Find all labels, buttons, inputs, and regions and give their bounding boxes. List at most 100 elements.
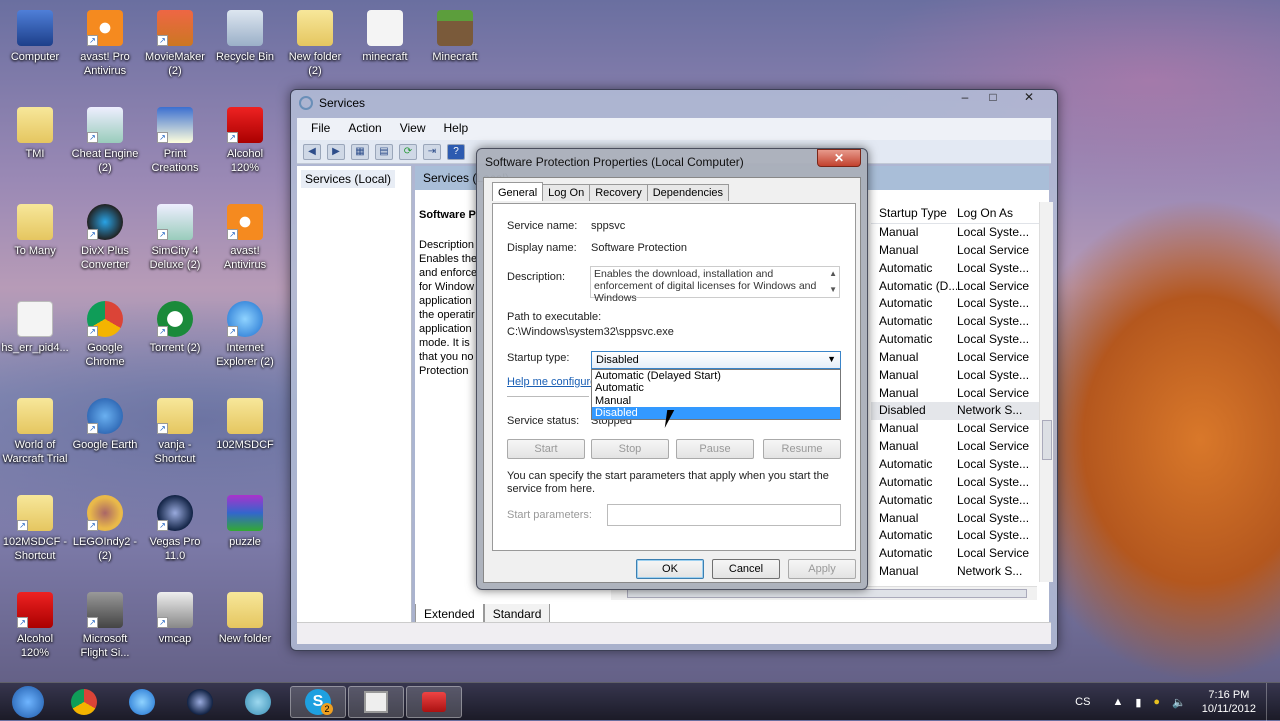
column-log-on-as[interactable]: Log On As (957, 206, 1013, 223)
startup-type-select[interactable]: Disabled ▼ (591, 351, 841, 369)
table-row[interactable]: Automatic Local Syste... (871, 527, 1039, 545)
table-row[interactable]: Manual Local Service (871, 420, 1039, 438)
desktop-icon-microsoft[interactable]: ↗ Microsoft Flight Si... (70, 592, 140, 660)
tree-item-services-local[interactable]: Services (Local) (301, 170, 396, 188)
table-row[interactable]: Automatic Local Syste... (871, 331, 1039, 349)
refresh-icon[interactable]: ⟳ (399, 143, 417, 160)
help-icon[interactable]: ? (447, 143, 465, 160)
desktop-icon-avast-pro[interactable]: ↗ avast! Pro Antivirus (70, 10, 140, 78)
desktop-icon-alcohol[interactable]: ↗ Alcohol 120% (210, 107, 280, 175)
minimize-button[interactable]: – (951, 90, 979, 108)
desktop-icon-torrent-2[interactable]: ↗ Torrent (2) (140, 301, 210, 355)
table-row[interactable]: Automatic Local Syste... (871, 313, 1039, 331)
option-automatic[interactable]: Automatic (592, 382, 840, 394)
table-row[interactable]: Manual Local Service (871, 438, 1039, 456)
menu-view[interactable]: View (392, 118, 434, 140)
tab-log-on[interactable]: Log On (542, 184, 591, 201)
desktop-icon-vmcap[interactable]: ↗ vmcap (140, 592, 210, 646)
menu-help[interactable]: Help (436, 118, 477, 140)
dialog-close-button[interactable]: ✕ (817, 149, 861, 167)
desktop-icon-new-folder[interactable]: New folder (2) (280, 10, 350, 78)
clock[interactable]: 7:16 PM 10/11/2012 (1192, 688, 1266, 716)
table-row[interactable]: Manual Network S... (871, 563, 1039, 581)
desktop-icon-vanja[interactable]: ↗ vanja - Shortcut (140, 398, 210, 466)
start-button[interactable]: Start (507, 439, 585, 459)
pause-button[interactable]: Pause (676, 439, 754, 459)
taskbar-vmcap[interactable] (348, 686, 404, 718)
taskbar-bsplayer[interactable] (230, 686, 286, 718)
table-row[interactable]: Automatic Local Syste... (871, 474, 1039, 492)
apply-button[interactable]: Apply (788, 559, 856, 579)
desktop-icon-cheat-engine[interactable]: ↗ Cheat Engine (2) (70, 107, 140, 175)
cancel-button[interactable]: Cancel (712, 559, 780, 579)
start-button[interactable] (0, 686, 56, 718)
menu-file[interactable]: File (303, 118, 338, 140)
resume-button[interactable]: Resume (763, 439, 841, 459)
scroll-thumb[interactable] (1042, 420, 1052, 460)
show-hide-console-tree-icon[interactable]: ▦ (351, 143, 369, 160)
table-row[interactable]: Automatic Local Syste... (871, 295, 1039, 313)
desktop-icon-avast[interactable]: ↗ avast! Antivirus (210, 204, 280, 272)
export-list-icon[interactable]: ⇥ (423, 143, 441, 160)
start-params-input[interactable] (607, 504, 841, 526)
desktop-icon-print[interactable]: ↗ Print Creations (140, 107, 210, 175)
forward-icon[interactable]: ▶ (327, 143, 345, 160)
help-configure-link[interactable]: Help me configure (507, 376, 596, 388)
volume-icon[interactable]: 🔈 (1166, 696, 1192, 709)
desktop-icon-new-folder[interactable]: New folder (210, 592, 280, 646)
table-row[interactable]: Automatic Local Syste... (871, 260, 1039, 278)
taskbar-skype[interactable]: S2 (290, 686, 346, 718)
desktop-icon-tmi[interactable]: TMI (0, 107, 70, 161)
desktop-icon-alcohol[interactable]: ↗ Alcohol 120% (0, 592, 70, 660)
tray-app-icon[interactable]: ● (1147, 696, 1166, 708)
desktop-icon-google-earth[interactable]: ↗ Google Earth (70, 398, 140, 452)
taskbar-services[interactable] (406, 686, 462, 718)
table-row[interactable]: Automatic Local Syste... (871, 456, 1039, 474)
hscroll-thumb[interactable] (627, 589, 1027, 598)
table-row[interactable]: Automatic Local Service (871, 545, 1039, 563)
ok-button[interactable]: OK (636, 559, 704, 579)
taskbar-vegas[interactable] (172, 686, 228, 718)
table-row[interactable]: Automatic (D... Local Service (871, 278, 1039, 296)
vertical-scrollbar[interactable] (1039, 202, 1053, 582)
column-startup-type[interactable]: Startup Type (871, 206, 957, 223)
stop-button[interactable]: Stop (591, 439, 669, 459)
desktop-icon-minecraft[interactable]: Minecraft (420, 10, 490, 64)
desktop-icon-computer[interactable]: Computer (0, 10, 70, 64)
properties-icon[interactable]: ▤ (375, 143, 393, 160)
desktop-icon-world-of[interactable]: World of Warcraft Trial (0, 398, 70, 466)
scroll-up-icon[interactable]: ▲ (829, 268, 837, 280)
desktop-icon-recycle-bin[interactable]: Recycle Bin (210, 10, 280, 64)
taskbar-ie[interactable] (114, 686, 170, 718)
option-disabled[interactable]: Disabled (592, 406, 840, 419)
table-row[interactable]: Manual Local Service (871, 385, 1039, 403)
table-row[interactable]: Manual Local Syste... (871, 224, 1039, 242)
desktop-icon-legoindy2[interactable]: ↗ LEGOIndy2 - (2) (70, 495, 140, 563)
menu-action[interactable]: Action (340, 118, 389, 140)
desktop-icon-102msdcf[interactable]: 102MSDCF (210, 398, 280, 452)
desktop-icon-divx-plus[interactable]: ↗ DivX Plus Converter (70, 204, 140, 272)
tab-recovery[interactable]: Recovery (589, 184, 648, 201)
table-row[interactable]: Manual Local Syste... (871, 510, 1039, 528)
table-row[interactable]: Manual Local Syste... (871, 367, 1039, 385)
desktop-icon-hs-err-pid4[interactable]: hs_err_pid4... (0, 301, 70, 355)
table-row[interactable]: Manual Local Service (871, 242, 1039, 260)
desktop-icon-to-many[interactable]: To Many (0, 204, 70, 258)
desktop-icon-moviemaker[interactable]: ↗ MovieMaker (2) (140, 10, 210, 78)
desktop-icon-puzzle[interactable]: puzzle (210, 495, 280, 549)
desktop-icon-google[interactable]: ↗ Google Chrome (70, 301, 140, 369)
desktop-icon-simcity-4[interactable]: ↗ SimCity 4 Deluxe (2) (140, 204, 210, 272)
desktop-icon-minecraft[interactable]: minecraft (350, 10, 420, 64)
taskbar-chrome[interactable] (56, 686, 112, 718)
scroll-down-icon[interactable]: ▼ (829, 284, 837, 296)
table-row[interactable]: Automatic Local Syste... (871, 492, 1039, 510)
desktop-icon-102msdcf[interactable]: ↗ 102MSDCF - Shortcut (0, 495, 70, 563)
table-row[interactable]: Disabled Network S... (871, 402, 1039, 421)
close-button[interactable]: ✕ (1007, 90, 1051, 108)
option-automatic-delayed[interactable]: Automatic (Delayed Start) (592, 370, 840, 382)
option-manual[interactable]: Manual (592, 395, 840, 407)
desktop-icon-internet[interactable]: ↗ Internet Explorer (2) (210, 301, 280, 369)
table-row[interactable]: Manual Local Service (871, 349, 1039, 367)
desktop-icon-vegas-pro[interactable]: ↗ Vegas Pro 11.0 (140, 495, 210, 563)
show-desktop-button[interactable] (1266, 683, 1280, 721)
